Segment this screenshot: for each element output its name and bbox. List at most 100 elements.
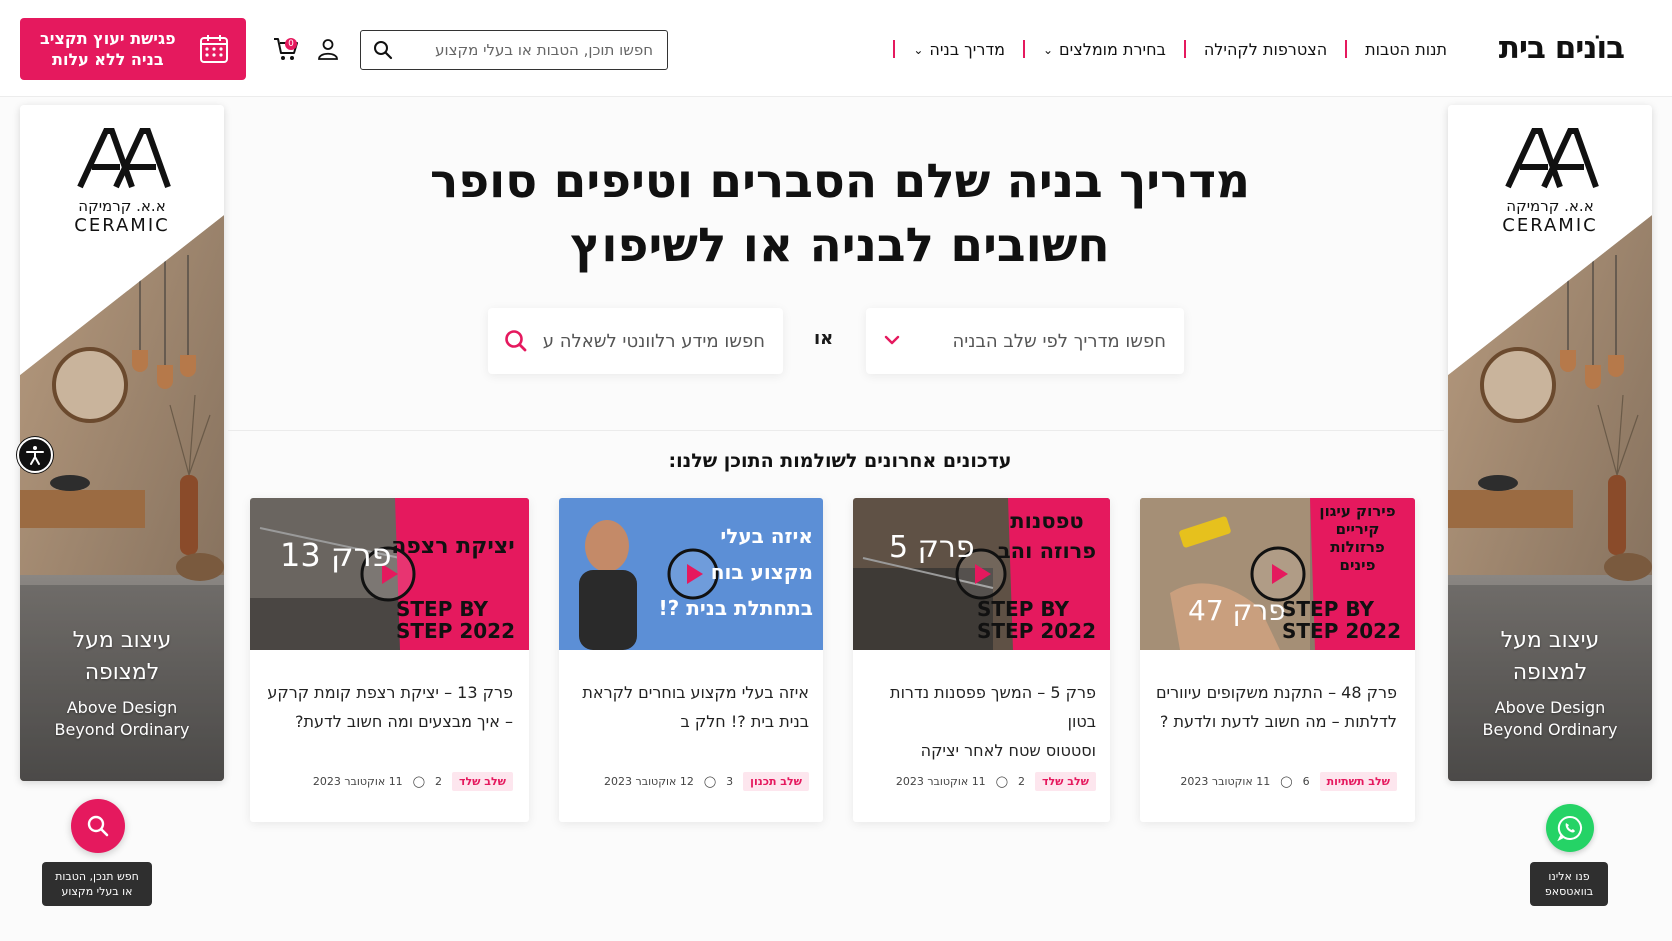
nav-item-label: בחירת מומלצים xyxy=(1059,39,1166,59)
article-meta: שלב שלד 2 ◯ 11 אוקטובר 2023 xyxy=(313,770,513,792)
article-title: איזה בעלי מקצוע בוחרים לקראת בנית בית ?!… xyxy=(571,678,809,736)
article-date: 12 אוקטובר 2023 xyxy=(604,774,694,788)
main-nav: מדריך בניה ⌄ בחירת מומלצים ⌄ הצטרפות לקה… xyxy=(875,36,1447,62)
nav-item-label: הצטרפות לקהילה xyxy=(1203,39,1328,59)
budget-consult-button[interactable]: פגישת יעוץ תקציב בניה ללא עלות xyxy=(20,18,246,80)
stage-tag[interactable]: שלב תכנון xyxy=(743,771,809,791)
whatsapp-icon xyxy=(1557,815,1582,842)
thumb-caption-line: יציקת רצפה xyxy=(391,534,515,559)
thumb-caption-line: איזה בעלי xyxy=(720,524,813,548)
nav-item-recommended[interactable]: בחירת מומלצים ⌄ xyxy=(1043,40,1166,59)
search-input[interactable] xyxy=(407,31,667,69)
site-logo[interactable]: בוֹנים בית xyxy=(1499,30,1625,66)
thumb-episode: פרק 47 xyxy=(1188,594,1286,627)
article-date: 11 אוקטובר 2023 xyxy=(895,774,986,788)
ceramic-logo: א.א. קרמיקה CERAMIC xyxy=(20,127,224,236)
question-search-field[interactable]: חפשו מידע רלוונטי לשאלה ע xyxy=(488,308,783,374)
page-title-line1: מדריך בניה שלם הסברים וטיפים סופר xyxy=(429,154,1251,209)
banner-copy: עיצוב מעל למצופה Above Design Beyond Ord… xyxy=(1448,625,1652,741)
stage-guide-select[interactable]: חפשו מדריך לפי שלב הבניה xyxy=(866,308,1184,374)
nav-item-benefits-store[interactable]: תנות הטבות xyxy=(1365,40,1447,59)
aa-logo-mark xyxy=(1505,128,1599,189)
chevron-down-icon: ⌄ xyxy=(913,43,924,57)
article-title-line: לדלתות – מה חשוב לדעת ולדעת ? xyxy=(1159,712,1397,731)
header-search xyxy=(360,30,668,70)
nav-item-community[interactable]: הצטרפות לקהילה xyxy=(1204,40,1327,59)
article-card[interactable]: פירוק עיגון קיריים פרזולות פינים פרק 47 … xyxy=(1140,498,1415,822)
cart-count-badge: 0 xyxy=(285,38,297,50)
aa-logo-mark xyxy=(77,128,171,189)
search-icon xyxy=(87,815,109,837)
article-date: 11 אוקטובר 2023 xyxy=(1180,774,1271,788)
ceramic-logo: א.א. קרמיקה CERAMIC xyxy=(1448,127,1652,236)
article-title: פרק 13 – יציקת רצפת קומת קרקע – איך מבצע… xyxy=(263,678,513,736)
article-title-line: איזה בעלי מקצוע בוחרים לקראת xyxy=(582,683,809,702)
brand-name-english: CERAMIC xyxy=(1502,215,1598,236)
thumb-brand-line: STEP BY xyxy=(977,597,1069,621)
thumb-episode: פרק 13 xyxy=(280,536,392,574)
banner-headline-1: עיצוב מעל xyxy=(72,628,172,653)
thumb-brand: STEP BY STEP 2022 xyxy=(977,598,1096,642)
calendar-icon xyxy=(200,35,228,63)
banner-headline-2: למצופה xyxy=(1512,660,1588,685)
article-card[interactable]: איזה בעלי מקצוע בוח בתחתלת בנית ?! איזה … xyxy=(559,498,823,822)
section-divider xyxy=(228,430,1444,431)
thumb-caption: יציקת רצפה xyxy=(383,534,523,559)
whatsapp-button[interactable] xyxy=(1546,804,1594,852)
stage-tag[interactable]: שלב שלד xyxy=(452,771,513,791)
thumb-brand-line: STEP BY xyxy=(396,597,488,621)
thumb-brand: STEP BY STEP 2022 xyxy=(396,598,515,642)
search-icon[interactable] xyxy=(504,329,528,353)
brand-name-english: CERAMIC xyxy=(74,215,170,236)
cta-label-line2: בניה ללא עלות xyxy=(52,50,164,69)
tooltip-line: בוואטסאפ xyxy=(1544,885,1594,898)
thumb-brand-line: STEP BY xyxy=(1282,597,1374,621)
nav-separator xyxy=(1022,40,1025,58)
thumb-caption: איזה בעלי מקצוע בוח בתחתלת בנית ?! xyxy=(643,518,813,626)
thumb-brand-line: STEP 2022 xyxy=(396,619,515,643)
banner-copy: עיצוב מעל למצופה Above Design Beyond Ord… xyxy=(20,625,224,741)
thumb-caption-line: פרזולות xyxy=(1330,538,1385,556)
nav-separator xyxy=(893,40,896,58)
cta-label: פגישת יעוץ תקציב בניה ללא עלות xyxy=(40,28,176,70)
stage-tag[interactable]: שלב תשתיות xyxy=(1319,771,1397,791)
nav-item-building-guide[interactable]: מדריך בניה ⌄ xyxy=(913,40,1005,59)
read-icon: ◯ xyxy=(995,774,1008,788)
chevron-down-icon: ⌄ xyxy=(1042,43,1054,57)
thumb-brand-line: STEP 2022 xyxy=(977,619,1096,643)
floating-search-button[interactable] xyxy=(71,799,125,853)
comment-count: 6 xyxy=(1302,774,1310,788)
ad-banner-left[interactable]: א.א. קרמיקה CERAMIC עיצוב מעל למצופה Abo… xyxy=(20,105,224,781)
article-date: 11 אוקטובר 2023 xyxy=(312,774,403,788)
comment-count: 2 xyxy=(435,774,442,788)
article-title-line: בנית בית ?! חלק ב xyxy=(680,712,810,731)
question-search-placeholder: חפשו מידע רלוונטי לשאלה ע xyxy=(542,330,765,352)
stage-tag[interactable]: שלב שלד xyxy=(1035,771,1096,791)
thumb-episode: פרק 5 xyxy=(889,530,975,565)
thumb-caption: טפסנות פרוזה והב xyxy=(992,506,1102,566)
site-header: בוֹנים בית מדריך בניה ⌄ בחירת מומלצים ⌄ … xyxy=(0,0,1672,97)
search-icon[interactable] xyxy=(373,40,393,60)
floating-search-tooltip: חפש תנכן, הטבות או בעלי מקצוע xyxy=(42,862,152,906)
or-separator: או xyxy=(814,328,834,349)
nav-item-label: תנות הטבות xyxy=(1365,39,1447,59)
accessibility-icon xyxy=(26,446,44,465)
read-icon: ◯ xyxy=(412,774,425,788)
comment-count: 3 xyxy=(726,774,734,788)
thumb-caption-line: בתחתלת בנית ?! xyxy=(658,596,813,620)
stage-select-placeholder: חפשו מדריך לפי שלב הבניה xyxy=(952,330,1167,352)
user-icon[interactable] xyxy=(316,37,340,61)
read-icon: ◯ xyxy=(1280,774,1293,788)
whatsapp-tooltip: פנו אלינו בוואטסאפ xyxy=(1530,862,1608,906)
article-title-line: – איך מבצעים ומה חשוב לדעת? xyxy=(294,712,513,731)
tooltip-line: חפש תנכן, הטבות xyxy=(55,870,139,883)
article-title-line: וסטטוס שטח לאחר יציקה xyxy=(920,741,1096,760)
ad-banner-right[interactable]: א.א. קרמיקה CERAMIC עיצוב מעל למצופה Abo… xyxy=(1448,105,1652,781)
article-title-line: פרק 13 – יציקת רצפת קומת קרקע xyxy=(267,683,513,702)
article-card[interactable]: יציקת רצפה פרק 13 STEP BY STEP 2022 פרק … xyxy=(250,498,529,822)
banner-headline-1: עיצוב מעל xyxy=(1500,628,1600,653)
tooltip-line: פנו אלינו xyxy=(1548,870,1590,883)
article-card[interactable]: טפסנות פרוזה והב פרק 5 STEP BY STEP 2022… xyxy=(853,498,1110,822)
accessibility-button[interactable] xyxy=(17,437,53,473)
page-title: מדריך בניה שלם הסברים וטיפים סופר חשובים… xyxy=(380,150,1300,278)
